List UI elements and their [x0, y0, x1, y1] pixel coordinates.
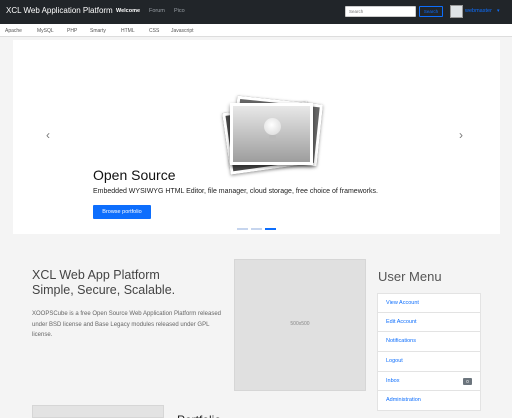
subnav-item-javascript[interactable]: Javascript [171, 28, 194, 34]
menu-item-view-account[interactable]: View Account [377, 293, 481, 313]
user-menu-toggle[interactable]: webmaster [465, 8, 492, 14]
subnav-item-apache[interactable]: Apache [5, 28, 22, 34]
search-button[interactable]: Search [419, 6, 443, 17]
carousel-indicator-3[interactable] [265, 228, 276, 230]
image-placeholder-secondary [32, 405, 164, 418]
inbox-count-badge: 0 [463, 377, 472, 385]
subnav-item-mysql[interactable]: MySQL [37, 28, 54, 34]
user-menu-title: User Menu [378, 269, 442, 284]
subnav-item-smarty[interactable]: Smarty [90, 28, 106, 34]
tech-subnav: Apache MySQL PHP Smarty HTML CSS Javascr… [0, 24, 512, 37]
browse-portfolio-button[interactable]: Browse portfolio [93, 205, 151, 219]
chevron-down-icon[interactable]: ▾ [497, 8, 500, 14]
top-navbar: XCL Web Application Platform Welcome For… [0, 0, 512, 24]
menu-item-inbox[interactable]: Inbox 0 [377, 371, 481, 392]
user-menu-list: View Account Edit Account Notifications … [377, 293, 481, 412]
carousel-caption: Embedded WYSIWYG HTML Editor, file manag… [93, 188, 378, 195]
image-placeholder: 500x500 [234, 259, 366, 391]
menu-item-edit-account[interactable]: Edit Account [377, 312, 481, 333]
nav-pico[interactable]: Pico [174, 8, 185, 14]
lightbulb-image [230, 103, 313, 165]
carousel-title: Open Source [93, 167, 176, 183]
chevron-left-icon[interactable]: ‹ [46, 128, 50, 142]
subnav-item-css[interactable]: CSS [149, 28, 159, 34]
carousel-indicator-2[interactable] [251, 228, 262, 230]
subnav-item-php[interactable]: PHP [67, 28, 77, 34]
search-input[interactable] [345, 6, 416, 17]
carousel-indicator-1[interactable] [237, 228, 248, 230]
avatar[interactable] [450, 5, 463, 18]
menu-item-notifications[interactable]: Notifications [377, 332, 481, 353]
section-title-cut-off: Portfolio [177, 409, 239, 418]
lightbulb-icon [264, 118, 281, 135]
page-title: XCL Web App Platform Simple, Secure, Sca… [32, 268, 176, 297]
hero-description: XOOPSCube is a free Open Source Web Appl… [32, 311, 221, 338]
subnav-item-html[interactable]: HTML [121, 28, 135, 34]
chevron-right-icon[interactable]: › [459, 128, 463, 142]
brand-title[interactable]: XCL Web Application Platform [6, 6, 113, 15]
menu-item-logout[interactable]: Logout [377, 352, 481, 372]
nav-welcome[interactable]: Welcome [116, 8, 140, 14]
menu-item-administration[interactable]: Administration [377, 391, 481, 412]
nav-forum[interactable]: Forum [149, 8, 165, 14]
